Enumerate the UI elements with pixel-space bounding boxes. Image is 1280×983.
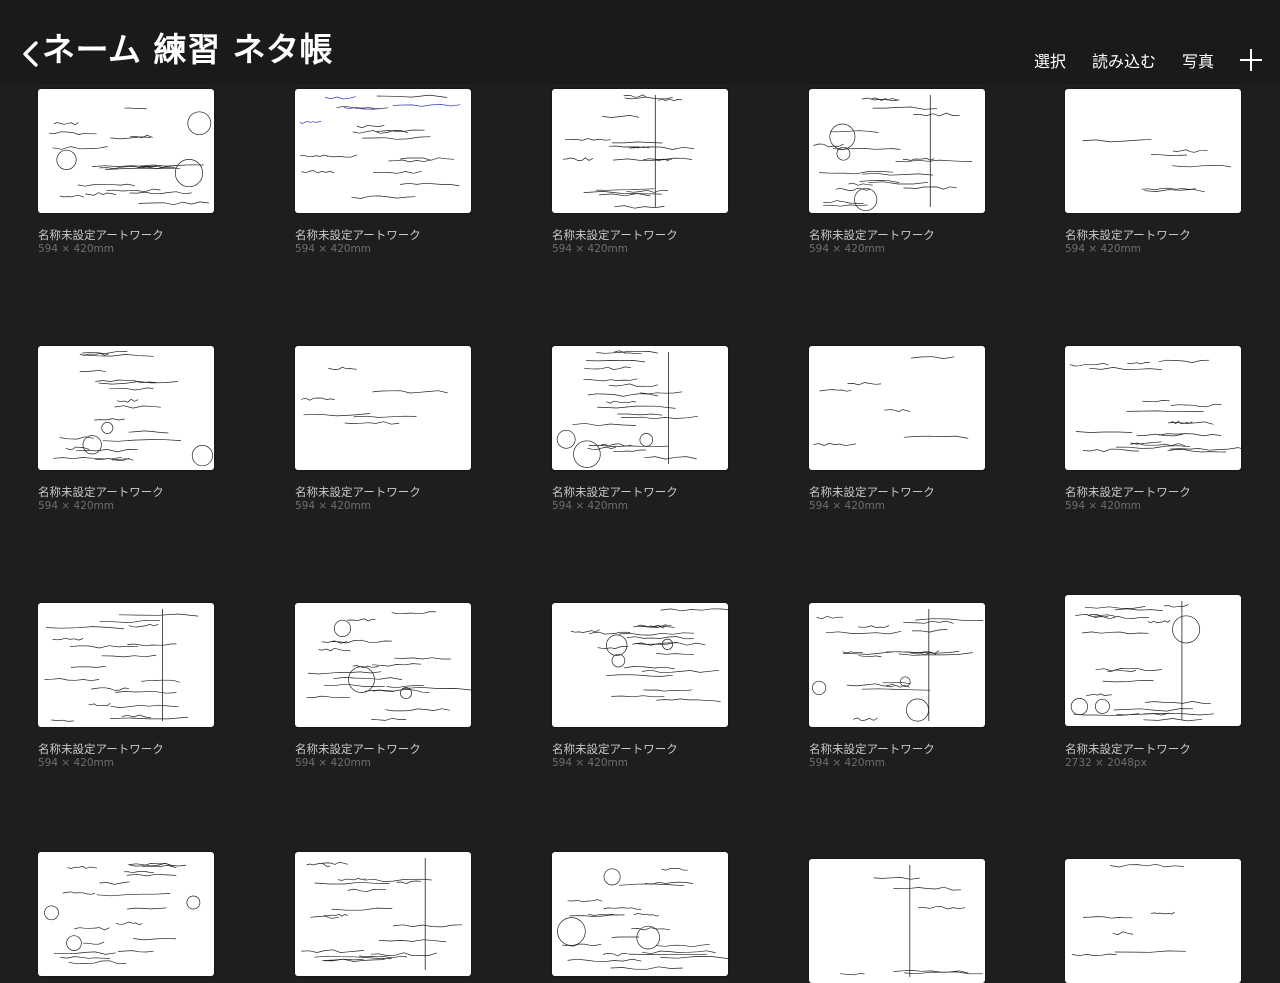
sketch-preview <box>53 351 213 467</box>
artwork-thumbnail[interactable] <box>552 603 728 727</box>
artwork-thumbnail[interactable] <box>38 603 214 727</box>
sketch-preview <box>557 867 728 970</box>
artwork-thumbnail[interactable] <box>552 89 728 213</box>
artwork-size: 594 × 420mm <box>38 243 115 255</box>
import-button[interactable]: 読み込む <box>1092 48 1156 72</box>
sketch-preview <box>301 858 463 970</box>
artwork-name[interactable]: 名称未設定アートワーク <box>38 741 164 757</box>
sketch-preview <box>1070 601 1215 722</box>
sketch-preview <box>48 107 212 206</box>
artwork-thumbnail[interactable] <box>809 859 985 983</box>
sketch-preview <box>556 350 698 468</box>
artwork-thumbnail[interactable] <box>1065 595 1241 726</box>
toolbar-actions: 選択 読み込む 写真 <box>1034 44 1280 76</box>
artwork-name[interactable]: 名称未設定アートワーク <box>809 741 935 757</box>
artwork-size: 594 × 420mm <box>809 757 886 769</box>
plus-icon[interactable] <box>1240 49 1262 71</box>
artwork-thumbnail[interactable] <box>295 852 471 976</box>
artwork-name[interactable]: 名称未設定アートワーク <box>1065 741 1191 757</box>
artwork-name[interactable]: 名称未設定アートワーク <box>552 227 678 243</box>
artwork-name[interactable]: 名称未設定アートワーク <box>38 227 164 243</box>
artwork-size: 594 × 420mm <box>552 243 629 255</box>
artwork-size: 594 × 420mm <box>38 500 115 512</box>
artwork-thumbnail[interactable] <box>1065 89 1241 213</box>
artwork-name[interactable]: 名称未設定アートワーク <box>295 741 421 757</box>
sketch-preview <box>570 608 728 702</box>
artwork-thumbnail[interactable] <box>809 346 985 470</box>
artwork-name[interactable]: 名称未設定アートワーク <box>809 484 935 500</box>
sketch-preview <box>1071 863 1186 957</box>
sketch-preview <box>1082 138 1232 193</box>
artwork-thumbnail[interactable] <box>295 346 471 470</box>
sketch-preview <box>562 94 695 209</box>
sketch-preview <box>44 609 199 722</box>
artwork-size: 594 × 420mm <box>552 757 629 769</box>
artwork-size: 594 × 420mm <box>809 500 886 512</box>
sketch-preview <box>840 865 983 977</box>
artwork-thumbnail[interactable] <box>38 89 214 213</box>
sketch-preview <box>299 94 461 199</box>
artwork-name[interactable]: 名称未設定アートワーク <box>295 484 421 500</box>
sketch-preview <box>306 611 471 721</box>
artwork-size: 594 × 420mm <box>809 243 886 255</box>
sketch-preview <box>1069 359 1241 453</box>
sketch-preview <box>301 366 448 425</box>
artwork-size: 594 × 420mm <box>295 243 372 255</box>
artwork-size: 2732 × 2048px <box>1065 757 1147 769</box>
artwork-thumbnail[interactable] <box>809 603 985 727</box>
artwork-name[interactable]: 名称未設定アートワーク <box>552 741 678 757</box>
sketch-preview <box>813 356 969 447</box>
artwork-size: 594 × 420mm <box>1065 500 1142 512</box>
artwork-thumbnail[interactable] <box>552 852 728 976</box>
artwork-name[interactable]: 名称未設定アートワーク <box>552 484 678 500</box>
artwork-size: 594 × 420mm <box>295 757 372 769</box>
chevron-left-icon <box>23 41 38 67</box>
artwork-name[interactable]: 名称未設定アートワーク <box>38 484 164 500</box>
artwork-size: 594 × 420mm <box>552 500 629 512</box>
artwork-size: 594 × 420mm <box>1065 243 1142 255</box>
artwork-thumbnail[interactable] <box>1065 859 1241 983</box>
select-button[interactable]: 選択 <box>1034 48 1066 72</box>
sketch-preview <box>812 609 984 722</box>
artwork-name[interactable]: 名称未設定アートワーク <box>1065 484 1191 500</box>
artwork-thumbnail[interactable] <box>552 346 728 470</box>
artwork-thumbnail[interactable] <box>1065 346 1241 470</box>
artwork-thumbnail[interactable] <box>809 89 985 213</box>
artwork-name[interactable]: 名称未設定アートワーク <box>1065 227 1191 243</box>
sketch-preview <box>44 862 201 965</box>
sketch-preview <box>813 95 973 212</box>
gallery-title[interactable]: ネーム 練習 ネタ帳 <box>42 30 333 70</box>
artwork-size: 594 × 420mm <box>295 500 372 512</box>
artwork-thumbnail[interactable] <box>38 346 214 470</box>
photo-button[interactable]: 写真 <box>1182 48 1214 72</box>
top-bar: ネーム 練習 ネタ帳 選択 読み込む 写真 <box>0 0 1280 84</box>
artwork-thumbnail[interactable] <box>295 89 471 213</box>
artwork-size: 594 × 420mm <box>38 757 115 769</box>
artwork-thumbnail[interactable] <box>38 852 214 976</box>
artwork-thumbnail[interactable] <box>295 603 471 727</box>
artwork-name[interactable]: 名称未設定アートワーク <box>295 227 421 243</box>
artwork-name[interactable]: 名称未設定アートワーク <box>809 227 935 243</box>
